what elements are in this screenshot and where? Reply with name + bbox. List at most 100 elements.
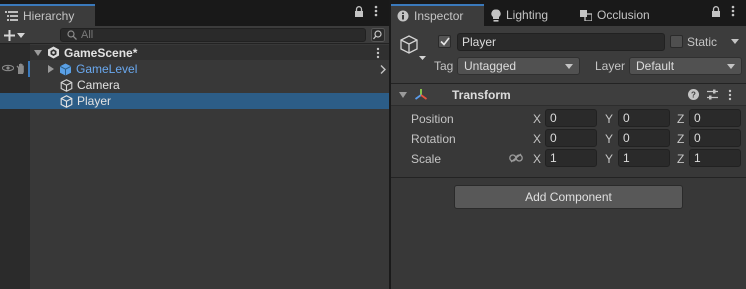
kebab-menu-icon[interactable] xyxy=(374,5,378,17)
tab-occlusion-label: Occlusion xyxy=(597,8,650,22)
rotation-label: Rotation xyxy=(411,132,456,146)
scale-z-value: 1 xyxy=(694,151,701,165)
hierarchy-item-camera[interactable]: Camera xyxy=(30,77,389,93)
lightbulb-icon xyxy=(491,8,501,22)
rotation-y-value: 0 xyxy=(623,131,630,145)
constrain-proportions-link-icon[interactable] xyxy=(509,153,523,163)
add-component-button[interactable]: Add Component xyxy=(454,185,683,209)
axis-y-label[interactable]: Y xyxy=(605,152,613,166)
hierarchy-item-label: Camera xyxy=(77,78,120,92)
chevron-down-icon xyxy=(727,64,735,69)
foldout-collapsed-icon[interactable] xyxy=(48,65,54,73)
foldout-expanded-icon[interactable] xyxy=(399,92,407,98)
pick-hand-icon[interactable] xyxy=(16,63,26,74)
scene-row[interactable]: GameScene* xyxy=(30,45,389,60)
axis-y-label[interactable]: Y xyxy=(605,132,613,146)
rotation-y-field[interactable]: 0 xyxy=(618,129,670,147)
rotation-z-field[interactable]: 0 xyxy=(689,129,741,147)
position-y-field[interactable]: 0 xyxy=(618,109,670,127)
position-x-value: 0 xyxy=(550,111,557,125)
tab-lighting-label: Lighting xyxy=(506,8,549,22)
info-icon xyxy=(397,10,409,22)
hierarchy-item-label: GameLevel xyxy=(76,62,138,76)
rotation-x-field[interactable]: 0 xyxy=(545,129,597,147)
axis-x-label[interactable]: X xyxy=(533,132,541,146)
plus-icon xyxy=(4,29,15,41)
gameobject-cube-icon xyxy=(60,78,73,92)
presets-sliders-icon[interactable] xyxy=(707,89,718,100)
scale-y-field[interactable]: 1 xyxy=(618,149,670,167)
tag-value: Untagged xyxy=(464,59,517,73)
position-x-field[interactable]: 0 xyxy=(545,109,597,127)
tag-label: Tag xyxy=(434,59,454,73)
eye-icon[interactable] xyxy=(2,64,14,72)
object-header: Player Static Tag Untagged Layer Default xyxy=(391,26,746,84)
search-options-button[interactable] xyxy=(371,28,385,42)
component-title: Transform xyxy=(452,88,511,102)
gameobject-icon-selector[interactable] xyxy=(399,34,429,62)
chevron-right-icon[interactable] xyxy=(380,65,386,74)
transform-body: Position X 0 Y 0 Z 0 Rotation X 0 Y 0 Z … xyxy=(391,106,746,178)
transform-header[interactable]: Transform ? xyxy=(391,84,746,106)
unity-scene-icon xyxy=(47,46,60,59)
hierarchy-item-gamelevel[interactable]: GameLevel xyxy=(30,61,389,77)
hierarchy-item-player[interactable]: Player xyxy=(30,93,389,109)
tab-hierarchy[interactable]: Hierarchy xyxy=(0,4,95,26)
hierarchy-tab-bar: Hierarchy xyxy=(0,0,389,26)
scale-y-value: 1 xyxy=(623,151,630,165)
scale-z-field[interactable]: 1 xyxy=(689,149,741,167)
static-label: Static xyxy=(687,35,718,49)
tag-dropdown[interactable]: Untagged xyxy=(457,57,580,75)
search-icon xyxy=(67,30,77,40)
hierarchy-item-label: Player xyxy=(77,94,112,108)
axis-z-label[interactable]: Z xyxy=(677,132,684,146)
tab-hierarchy-label: Hierarchy xyxy=(23,9,75,23)
scale-x-field[interactable]: 1 xyxy=(545,149,597,167)
prefab-cube-icon xyxy=(59,63,72,76)
visibility-gutter xyxy=(0,44,30,289)
search-placeholder: All xyxy=(81,29,94,41)
inspector-panel: Inspector Lighting Occlusion Player Stat… xyxy=(391,0,746,289)
lock-icon[interactable] xyxy=(711,5,721,17)
scene-name: GameScene* xyxy=(64,45,138,60)
layer-dropdown[interactable]: Default xyxy=(629,57,742,75)
tab-inspector[interactable]: Inspector xyxy=(391,4,484,26)
position-z-value: 0 xyxy=(694,111,701,125)
hierarchy-tree: GameScene* GameLevel Camera Player xyxy=(0,44,389,289)
occlusion-icon xyxy=(580,9,592,21)
position-z-field[interactable]: 0 xyxy=(689,109,741,127)
scene-menu-icon[interactable] xyxy=(376,47,380,59)
axis-x-label[interactable]: X xyxy=(533,152,541,166)
search-input[interactable]: All xyxy=(60,28,366,42)
lock-icon[interactable] xyxy=(354,5,364,17)
layer-label: Layer xyxy=(595,59,626,73)
tab-occlusion[interactable]: Occlusion xyxy=(574,4,650,26)
hierarchy-toolbar: All xyxy=(0,26,389,44)
scale-label: Scale xyxy=(411,152,442,166)
transform-axes-icon xyxy=(414,88,428,102)
kebab-menu-icon[interactable] xyxy=(731,5,735,17)
create-button[interactable] xyxy=(4,27,25,43)
help-icon[interactable]: ? xyxy=(688,89,699,100)
component-menu-icon[interactable] xyxy=(728,89,732,101)
object-name-value: Player xyxy=(462,35,497,49)
axis-z-label[interactable]: Z xyxy=(677,112,684,126)
chevron-down-icon xyxy=(17,32,25,38)
foldout-expanded-icon[interactable] xyxy=(34,49,42,56)
axis-x-label[interactable]: X xyxy=(533,112,541,126)
active-checkbox[interactable] xyxy=(438,35,451,48)
rotation-z-value: 0 xyxy=(694,131,701,145)
axis-y-label[interactable]: Y xyxy=(605,112,613,126)
svg-text:?: ? xyxy=(691,91,696,100)
object-name-field[interactable]: Player xyxy=(457,33,665,51)
layer-value: Default xyxy=(636,59,675,73)
hierarchy-list-icon xyxy=(5,10,18,22)
tab-inspector-label: Inspector xyxy=(414,9,464,23)
static-dropdown-caret-icon[interactable] xyxy=(731,39,739,44)
gameobject-cube-icon xyxy=(60,94,73,108)
position-label: Position xyxy=(411,112,454,126)
axis-z-label[interactable]: Z xyxy=(677,152,684,166)
tab-lighting[interactable]: Lighting xyxy=(485,4,548,26)
static-checkbox[interactable] xyxy=(670,35,683,48)
position-y-value: 0 xyxy=(623,111,630,125)
